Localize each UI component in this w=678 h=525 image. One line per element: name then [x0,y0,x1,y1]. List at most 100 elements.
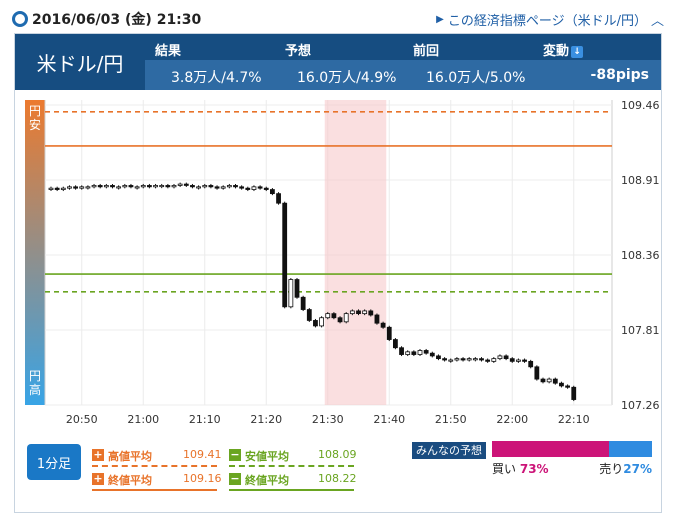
period-1min-button[interactable]: 1分足 [27,444,81,480]
triangle-right-icon: ▶ [436,14,444,25]
candle [380,322,386,328]
high-average-label: 高値平均 [108,450,152,463]
candle [515,359,521,362]
candle [417,350,423,355]
candle [472,358,478,361]
candle [288,279,294,308]
forecast-value: 16.0万人/4.9% [297,70,397,86]
candle [460,358,466,361]
candle [97,185,103,188]
candle [257,186,263,189]
candle [251,186,257,190]
close-average-down-label: 終値平均 [245,474,289,487]
x-tick-label: 21:00 [127,413,159,426]
candle [540,378,546,383]
close-average-down-line [229,489,354,491]
candle [300,296,306,310]
circle-bullet-icon [12,11,28,27]
candle [54,187,60,190]
low-average-dash [229,465,354,467]
candle [565,385,570,388]
candle [356,310,361,315]
candle [454,358,460,361]
chevron-up-icon: ︿ [650,14,664,29]
candle [233,185,238,188]
candle [411,351,417,355]
change-header[interactable]: 変動 ↓ [543,40,584,59]
candle [319,317,325,327]
yen-direction-bar [25,100,45,405]
candle [349,310,355,315]
candle [479,358,484,361]
candle [79,186,85,189]
everyone-forecast-label: みんなの予想 [412,442,486,459]
arrow-down-icon: ↓ [571,46,584,58]
candle [337,317,343,323]
yen-weak-label-1: 円 [29,104,41,118]
candle [122,185,128,188]
x-tick-label: 21:20 [250,413,282,426]
candle [48,187,54,190]
candle [571,386,577,400]
change-value: -88pips [590,67,649,83]
candle [306,309,312,321]
candle [343,313,349,323]
candle [171,185,177,188]
low-average-value: 108.09 [318,448,357,461]
x-tick-label: 21:40 [373,413,405,426]
candle [146,185,152,188]
close-average-up-value: 109.16 [183,472,222,485]
buy-percent: 73% [519,462,549,476]
candle [392,339,398,349]
legend-area: 1分足 + 高値平均 109.41 + 終値平均 109.16 − 安値平均 1… [15,435,661,512]
candle [294,279,300,298]
candle [534,366,540,380]
candle [177,183,183,186]
yen-strong-label-2: 高 [29,382,41,397]
candle [226,185,232,188]
candle [528,360,534,368]
candle [128,185,134,188]
result-banner: 米ドル/円 結果 予想 前回 変動 ↓ 3.8万人/4.7% 16.0万人/4.9… [15,34,661,90]
candle [399,347,404,355]
header-row: 2016/06/03 (金) 21:30 ▶ この経済指標ページ（米ドル/円） … [12,8,668,30]
x-tick-label: 21:50 [435,413,467,426]
candle [386,326,392,340]
y-tick-label: 108.36 [621,249,660,262]
y-tick-label: 108.91 [621,174,660,187]
price-chart: 円 安 円 高 109.46 108.91 108.36 107.81 107.26 2… [15,90,661,435]
candle [552,378,558,384]
currency-pair: 米ドル/円 [36,51,124,76]
candle [159,185,165,188]
forecast-header: 予想 [285,44,312,59]
low-average-item: − 安値平均 108.09 [229,448,357,468]
candle [214,186,220,189]
result-header: 結果 [155,44,182,59]
candle [85,186,91,189]
candle [442,358,448,361]
candle [208,185,214,188]
values-band: 3.8万人/4.7% 16.0万人/4.9% 16.0万人/5.0% -88pi… [145,60,661,90]
x-tick-label: 21:10 [189,413,221,426]
buy-text: 買い 73% [492,460,549,477]
candle [269,189,275,195]
chart-svg: 円 安 円 高 109.46 108.91 108.36 107.81 107.26 2… [25,99,660,426]
candle [67,186,72,189]
candle [263,187,269,190]
candle [220,186,226,189]
buy-ratio-bar [492,441,609,457]
indicator-page-link[interactable]: ▶ この経済指標ページ（米ドル/円） ︿ [436,10,664,29]
candle [509,358,515,362]
yen-strong-label-1: 円 [29,369,41,383]
close-average-down-value: 108.22 [318,472,357,485]
sell-text: 売り27% [599,460,652,477]
candle [190,185,195,188]
candle [466,358,472,361]
y-tick-label: 109.46 [621,99,660,112]
sell-ratio-bar [609,441,652,457]
candle [73,186,78,189]
close-average-up-label: 終値平均 [108,474,152,487]
minus-icon: − [229,448,241,461]
candle [282,202,288,308]
candle [497,355,503,360]
